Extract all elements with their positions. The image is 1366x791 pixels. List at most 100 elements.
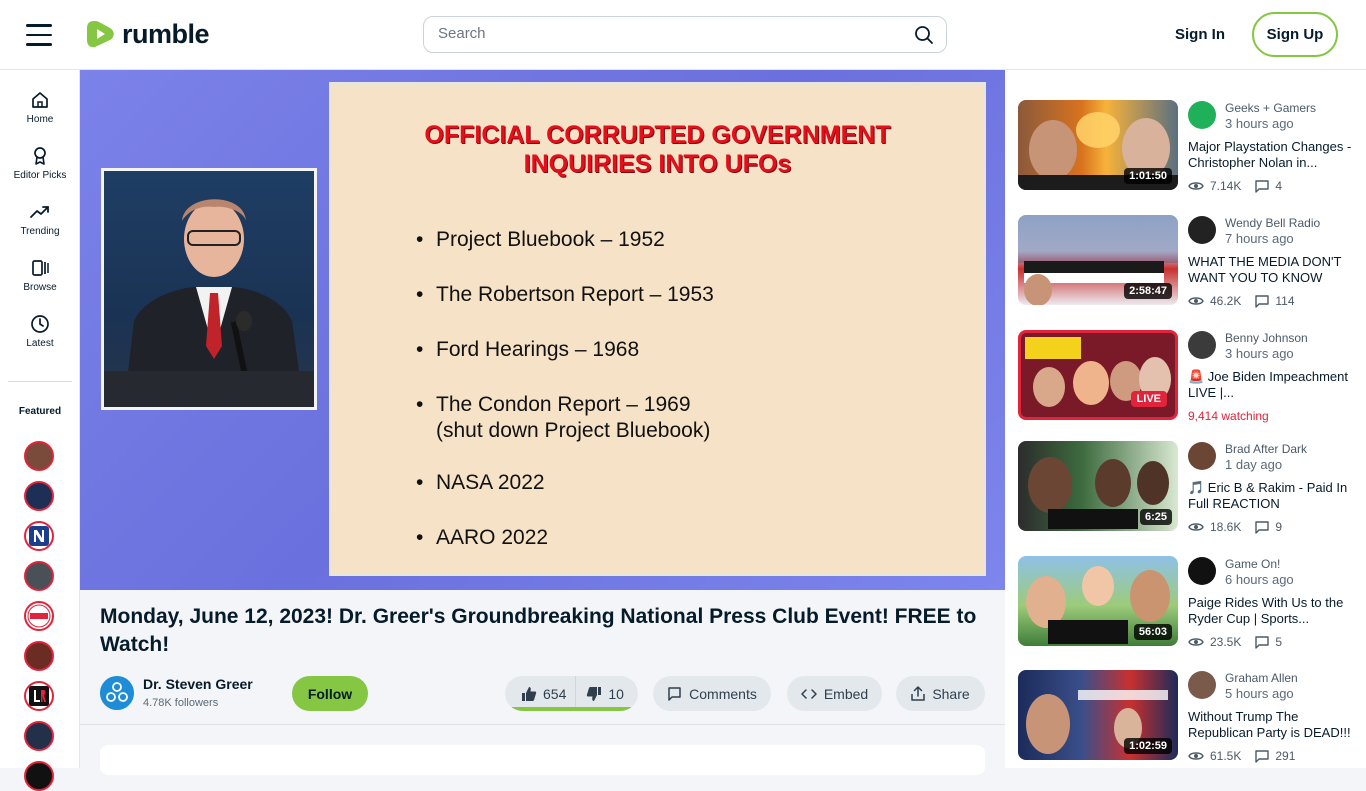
- video-thumbnail[interactable]: 56:03: [1018, 556, 1178, 646]
- recommended-video[interactable]: LIVE Benny Johnson 3 hours ago 🚨 Joe Bid…: [1018, 330, 1363, 423]
- video-title[interactable]: Major Playstation Changes - Christopher …: [1188, 139, 1360, 171]
- video-title[interactable]: Paige Rides With Us to the Ryder Cup | S…: [1188, 595, 1360, 627]
- search-box[interactable]: [423, 16, 947, 53]
- rumble-logo[interactable]: rumble: [86, 18, 210, 50]
- view-count: 7.14K: [1210, 179, 1242, 193]
- video-thumbnail[interactable]: LIVE: [1018, 330, 1178, 420]
- nav-label-home: Home: [26, 114, 54, 125]
- left-nav: Home Editor Picks Trending Browse Latest…: [0, 70, 80, 791]
- like-count: 654: [543, 685, 567, 702]
- channel-avatar[interactable]: [1188, 331, 1216, 359]
- speaker-inset-image: [101, 168, 317, 410]
- channel-avatar[interactable]: [1188, 101, 1216, 129]
- video-player[interactable]: OFFICIAL CORRUPTED GOVERNMENT INQUIRIES …: [80, 70, 1005, 590]
- featured-channel-avatar[interactable]: [24, 721, 54, 751]
- eye-icon: [1188, 638, 1204, 646]
- video-title[interactable]: Without Trump The Republican Party is DE…: [1188, 709, 1360, 741]
- share-icon: [911, 686, 926, 701]
- sign-in-link[interactable]: Sign In: [1175, 26, 1225, 43]
- nav-label-latest: Latest: [26, 338, 54, 349]
- trending-icon: [30, 206, 49, 218]
- view-count: 61.5K: [1210, 749, 1242, 763]
- comment-icon: [1255, 749, 1270, 763]
- slide-list: Project Bluebook – 1952 The Robertson Re…: [416, 227, 714, 580]
- eye-icon: [1188, 523, 1204, 531]
- featured-channel-avatar[interactable]: [24, 761, 54, 791]
- sign-up-button[interactable]: Sign Up: [1252, 12, 1338, 57]
- channel-avatar[interactable]: [100, 676, 134, 710]
- eye-icon: [1188, 182, 1204, 190]
- channel-name[interactable]: Wendy Bell Radio: [1225, 216, 1320, 230]
- video-thumbnail[interactable]: 2:58:47: [1018, 215, 1178, 305]
- featured-channel-avatar[interactable]: [24, 481, 54, 511]
- channel-name[interactable]: Dr. Steven Greer: [143, 676, 253, 692]
- upload-time: 5 hours ago: [1225, 686, 1294, 701]
- comment-count: 114: [1275, 294, 1295, 308]
- nav-divider: [8, 381, 72, 382]
- dislike-button[interactable]: 10: [586, 686, 624, 702]
- featured-channel-avatar[interactable]: [24, 681, 54, 711]
- featured-channel-avatar[interactable]: [24, 521, 54, 551]
- video-title[interactable]: 🚨 Joe Biden Impeachment LIVE |...: [1188, 369, 1360, 401]
- nav-item-latest[interactable]: Latest: [0, 314, 80, 349]
- featured-channel-avatar[interactable]: [24, 441, 54, 471]
- recommended-video[interactable]: 6:25 Brad After Dark 1 day ago 🎵 Eric B …: [1018, 441, 1363, 534]
- recommended-video[interactable]: 2:58:47 Wendy Bell Radio 7 hours ago WHA…: [1018, 215, 1363, 308]
- video-thumbnail[interactable]: 1:01:50: [1018, 100, 1178, 190]
- nav-label-browse: Browse: [23, 282, 57, 293]
- upload-time: 7 hours ago: [1225, 231, 1294, 246]
- channel-avatar[interactable]: [1188, 671, 1216, 699]
- logo-text: rumble: [122, 18, 210, 49]
- share-button[interactable]: Share: [896, 676, 985, 711]
- menu-icon[interactable]: [26, 24, 52, 46]
- rumble-logo-icon: [87, 21, 114, 48]
- search-icon[interactable]: [914, 25, 934, 45]
- recommended-video[interactable]: 56:03 Game On! 6 hours ago Paige Rides W…: [1018, 556, 1363, 649]
- nav-item-trending[interactable]: Trending: [0, 202, 80, 237]
- comment-icon: [668, 687, 681, 701]
- channel-logo-icon: [100, 676, 134, 710]
- video-title[interactable]: WHAT THE MEDIA DON'T WANT YOU TO KNOW: [1188, 254, 1360, 286]
- view-count: 18.6K: [1210, 520, 1242, 534]
- channel-name[interactable]: Game On!: [1225, 557, 1280, 571]
- speaker-figure: [104, 199, 314, 407]
- comments-button[interactable]: Comments: [653, 676, 771, 711]
- featured-channel-avatar[interactable]: [24, 561, 54, 591]
- view-count: 23.5K: [1210, 635, 1242, 649]
- channel-avatar[interactable]: [1188, 216, 1216, 244]
- top-header: rumble Sign In Sign Up: [0, 0, 1366, 70]
- content-divider: [80, 724, 1005, 725]
- like-button[interactable]: 654: [521, 686, 566, 702]
- upload-time: 3 hours ago: [1225, 116, 1294, 131]
- vote-divider: [575, 676, 577, 711]
- video-thumbnail[interactable]: 1:02:59: [1018, 670, 1178, 760]
- featured-channel-avatar[interactable]: [24, 601, 54, 631]
- video-title[interactable]: 🎵 Eric B & Rakim - Paid In Full REACTION: [1188, 480, 1360, 512]
- slide-list-item: The Condon Report – 1969(shut down Proje…: [416, 392, 714, 444]
- channel-name[interactable]: Brad After Dark: [1225, 442, 1307, 456]
- eye-icon: [1188, 752, 1204, 760]
- embed-label: Embed: [823, 685, 869, 702]
- nav-item-browse[interactable]: Browse: [0, 258, 80, 293]
- browse-icon: [32, 260, 49, 276]
- search-input[interactable]: [438, 25, 898, 42]
- nav-item-home[interactable]: Home: [0, 90, 80, 125]
- nav-label-trending: Trending: [20, 226, 60, 237]
- follow-button[interactable]: Follow: [292, 676, 368, 711]
- channel-name[interactable]: Benny Johnson: [1225, 331, 1308, 345]
- channel-name[interactable]: Geeks + Gamers: [1225, 101, 1316, 115]
- channel-followers: 4.78K followers: [143, 697, 219, 709]
- video-duration: 6:25: [1139, 509, 1172, 525]
- channel-avatar[interactable]: [1188, 557, 1216, 585]
- comment-icon: [1255, 520, 1270, 534]
- channel-avatar[interactable]: [1188, 442, 1216, 470]
- slide-list-item: Ford Hearings – 1968: [416, 337, 714, 363]
- channel-name[interactable]: Graham Allen: [1225, 671, 1298, 685]
- nav-item-editor-picks[interactable]: Editor Picks: [0, 146, 80, 181]
- recommended-video[interactable]: 1:02:59 Graham Allen 5 hours ago Without…: [1018, 670, 1363, 763]
- recommended-video[interactable]: 1:01:50 Geeks + Gamers 3 hours ago Major…: [1018, 100, 1363, 193]
- video-thumbnail[interactable]: 6:25: [1018, 441, 1178, 531]
- clock-icon: [31, 315, 49, 333]
- featured-channel-avatar[interactable]: [24, 641, 54, 671]
- embed-button[interactable]: Embed: [787, 676, 882, 711]
